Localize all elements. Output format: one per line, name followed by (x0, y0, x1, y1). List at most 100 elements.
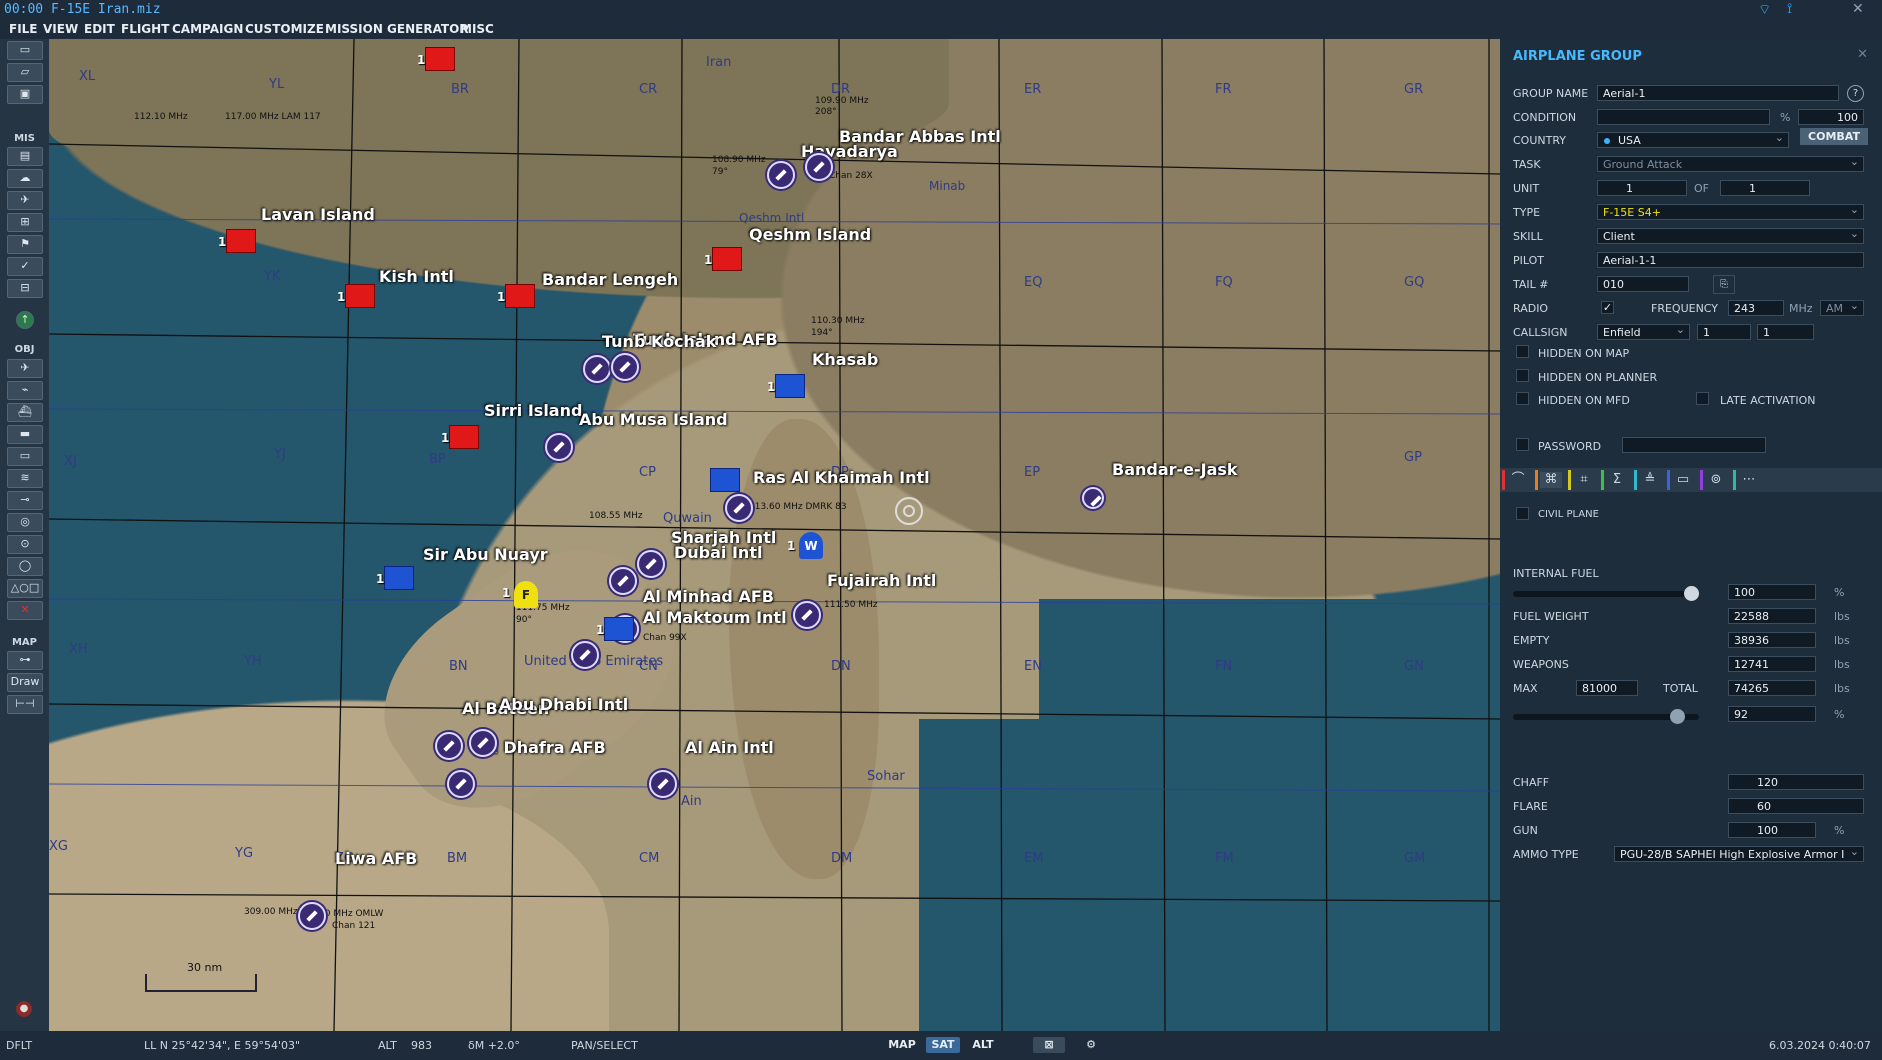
airbase-marker[interactable] (447, 770, 475, 798)
add-ship-button[interactable]: ⛴ (7, 403, 43, 422)
callsign-number-2[interactable]: 1 (1757, 324, 1814, 340)
add-shapes-button[interactable]: △○□ (7, 579, 43, 598)
menu-view[interactable]: VIEW (43, 22, 78, 36)
chaff-stepper[interactable]: 120 (1728, 774, 1864, 790)
route-tab-icon[interactable]: ⌒ (1507, 472, 1529, 488)
copy-icon[interactable]: ⎘ (1713, 275, 1735, 294)
menu-flight[interactable]: FLIGHT (121, 22, 169, 36)
settings-gear-icon[interactable]: ⚙ (1080, 1037, 1102, 1053)
satellite-view-button[interactable]: SAT (926, 1037, 960, 1053)
unit-count-stepper[interactable]: 1 (1720, 180, 1810, 196)
add-template-button[interactable]: ≋ (7, 469, 43, 488)
menu-edit[interactable]: EDIT (84, 22, 115, 36)
add-plane-button[interactable]: ✈ (7, 359, 43, 378)
tail-field[interactable]: 010 (1597, 276, 1689, 292)
open-mission-button[interactable]: ▱ (7, 63, 43, 82)
triggered-actions-tab-icon[interactable]: ≜ (1639, 472, 1661, 488)
airbase-marker[interactable] (767, 161, 795, 189)
airbase-marker[interactable] (435, 732, 463, 760)
airbase-marker[interactable] (469, 729, 497, 757)
camera-tab-icon[interactable]: ▭ (1672, 472, 1694, 488)
task-select[interactable]: Ground Attack (1597, 156, 1864, 172)
unit-stepper[interactable]: 1 (1597, 180, 1687, 196)
datalink-tab-icon[interactable]: ⊚ (1705, 472, 1727, 488)
map-view[interactable]: XL YL BR CR DR ER FR GR YK EQ FQ GQ XJ Y… (49, 39, 1500, 1031)
add-nav-point-button[interactable]: ⊙ (7, 535, 43, 554)
close-panel-icon[interactable]: ✕ (1857, 47, 1868, 62)
properties-tab-icon[interactable]: ⌗ (1573, 472, 1595, 488)
airbase-marker[interactable] (1082, 487, 1104, 509)
group-name-field[interactable]: Aerial-1 (1597, 85, 1839, 101)
airbase-marker[interactable] (793, 601, 821, 629)
triggers-button[interactable]: ⊞ (7, 213, 43, 232)
callsign-number-1[interactable]: 1 (1697, 324, 1751, 340)
flight-button[interactable]: ✈ (7, 191, 43, 210)
combat-button[interactable]: COMBAT (1800, 128, 1868, 145)
airbase-marker[interactable] (298, 902, 326, 930)
pilot-field[interactable]: Aerial-1-1 (1597, 252, 1864, 268)
radio-checkbox[interactable]: ✓ (1601, 301, 1614, 314)
airbase-marker[interactable] (571, 641, 599, 669)
fuel-weight-field[interactable]: 22588 (1728, 608, 1816, 624)
frequency-field[interactable]: 243 (1728, 300, 1784, 316)
draw-button[interactable]: Draw (7, 673, 43, 692)
menu-misc[interactable]: MISC (460, 22, 494, 36)
red-unit[interactable] (425, 47, 455, 71)
payload-percent-field[interactable]: 92 (1728, 706, 1816, 722)
arrow-up-icon[interactable]: ↑ (16, 311, 34, 329)
payload-slider[interactable] (1513, 709, 1699, 724)
add-vehicle-button[interactable]: ▬ (7, 425, 43, 444)
ruler-button[interactable]: ⊢⊣ (7, 695, 43, 714)
menu-mission-generator[interactable]: MISSION GENERATOR (325, 22, 469, 36)
skill-select[interactable]: Client (1597, 228, 1864, 244)
blue-unit[interactable] (775, 374, 805, 398)
ammo-type-select[interactable]: PGU-28/B SAPHEI High Explosive Armor I (1614, 846, 1864, 862)
hidden-on-mfd-checkbox[interactable] (1516, 392, 1529, 405)
close-icon[interactable]: ✕ (1852, 1, 1864, 17)
password-checkbox[interactable] (1516, 438, 1529, 451)
airbase-marker[interactable] (609, 567, 637, 595)
save-mission-button[interactable]: ▣ (7, 85, 43, 104)
modulation-select[interactable]: AM (1820, 300, 1864, 316)
add-helicopter-button[interactable]: ⌁ (7, 381, 43, 400)
menu-customize[interactable]: CUSTOMIZE (245, 22, 324, 36)
late-activation-checkbox[interactable] (1696, 392, 1709, 405)
blue-unit[interactable] (604, 617, 634, 641)
hidden-on-planner-checkbox[interactable] (1516, 369, 1529, 382)
delete-button[interactable]: ✕ (7, 601, 43, 620)
antenna-icon[interactable]: ⟟ (1787, 1, 1792, 17)
waypoint-marker[interactable]: W (799, 532, 823, 559)
red-unit[interactable] (505, 284, 535, 308)
mode-select[interactable]: DFLT (6, 1039, 32, 1052)
airbase-marker[interactable] (545, 433, 573, 461)
add-group-button[interactable]: ◯ (7, 557, 43, 576)
airbase-marker[interactable] (611, 353, 639, 381)
blue-unit[interactable] (384, 566, 414, 590)
fuel-slider[interactable] (1513, 586, 1699, 601)
menu-file[interactable]: FILE (9, 22, 38, 36)
menu-campaign[interactable]: CAMPAIGN (172, 22, 243, 36)
payload-slider-knob[interactable] (1670, 709, 1685, 724)
flare-stepper[interactable]: 60 (1728, 798, 1864, 814)
help-icon[interactable]: ? (1847, 85, 1864, 102)
condition-input[interactable]: 100 (1798, 109, 1864, 125)
red-unit[interactable] (712, 247, 742, 271)
airbase-marker[interactable] (725, 494, 753, 522)
red-unit[interactable] (226, 229, 256, 253)
map-view-button[interactable]: MAP (885, 1037, 919, 1053)
civil-plane-checkbox[interactable] (1516, 507, 1529, 520)
airbase-marker[interactable] (637, 550, 665, 578)
layers-icon[interactable]: ⊠ (1033, 1037, 1065, 1053)
hidden-on-map-checkbox[interactable] (1516, 345, 1529, 358)
weather-button[interactable]: ☁ (7, 169, 43, 188)
summary-tab-icon[interactable]: Σ (1606, 472, 1628, 488)
check-button[interactable]: ✓ (7, 257, 43, 276)
goals-button[interactable]: ⚑ (7, 235, 43, 254)
add-airdrome-button[interactable]: ⊸ (7, 491, 43, 510)
wifi-icon[interactable]: ⌔ (1758, 1, 1771, 19)
type-select[interactable]: F-15E S4+ (1597, 204, 1864, 220)
password-field[interactable] (1622, 437, 1766, 453)
airbase-marker[interactable] (583, 355, 611, 383)
fuel-slider-knob[interactable] (1684, 586, 1699, 601)
payload-tab-icon[interactable]: ⌘ (1540, 472, 1562, 488)
